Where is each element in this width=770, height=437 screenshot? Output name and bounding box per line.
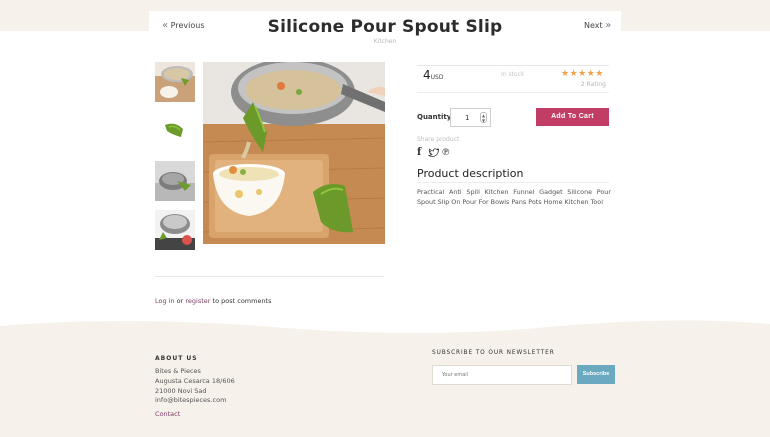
register-link[interactable]: register	[185, 297, 210, 305]
newsletter-email-input[interactable]	[432, 365, 572, 385]
facebook-icon[interactable]: f	[417, 147, 421, 158]
price-value: 4	[423, 68, 431, 82]
thumbnail-2[interactable]	[155, 111, 195, 151]
comments-prompt: Log in or register to post comments	[155, 297, 272, 305]
twitter-icon[interactable]	[427, 147, 441, 161]
price: 4USD	[423, 68, 443, 82]
contact-link[interactable]: Contact	[155, 410, 180, 418]
address-email[interactable]: info@bitespieces.com	[155, 396, 226, 404]
divider	[155, 276, 384, 277]
category-label: Kitchen	[373, 38, 397, 45]
thumbnail-4[interactable]	[155, 210, 195, 250]
rating-stars[interactable]: ★★★★★	[561, 69, 604, 79]
thumbnail-pot-image	[155, 62, 195, 102]
divider	[417, 92, 609, 93]
product-main-image[interactable]	[203, 62, 385, 244]
address-line: 21000 Novi Sad	[155, 387, 207, 395]
footer-wave	[0, 320, 770, 437]
next-label: Next	[584, 21, 603, 30]
comments-suffix: to post comments	[210, 297, 272, 305]
add-to-cart-button[interactable]: Add To Cart	[536, 108, 609, 126]
address-line: Bites & Pieces	[155, 367, 201, 375]
quantity-value[interactable]: 1	[465, 114, 469, 122]
product-description: Practical Anti Spill Kitchen Funnel Gadg…	[417, 188, 611, 206]
divider	[417, 65, 609, 66]
product-photo	[203, 62, 385, 244]
thumbnail-pot-side-image	[155, 210, 195, 250]
newsletter-title: SUBSCRIBE TO OUR NEWSLETTER	[432, 350, 555, 356]
about-title: ABOUT US	[155, 355, 198, 362]
share-label: Share product	[417, 136, 460, 143]
thumbnail-spout-image	[155, 111, 195, 151]
address-line: Augusta Cesarca 18/606	[155, 377, 235, 385]
quantity-spinner-icon[interactable]: ▲ ▼	[480, 112, 487, 123]
thumbnail-1[interactable]	[155, 62, 195, 102]
thumbnail-pouring-image	[155, 161, 195, 201]
previous-label: Previous	[170, 21, 205, 30]
login-link[interactable]: Log in	[155, 297, 175, 305]
description-title: Product description	[417, 167, 524, 180]
quantity-stepper[interactable]: 1 ▲ ▼	[450, 108, 491, 127]
next-link[interactable]: Next »	[584, 20, 611, 31]
page-title: Silicone Pour Spout Slip	[267, 17, 503, 37]
comments-or: or	[174, 297, 186, 305]
stock-status: In stock	[501, 71, 525, 78]
subscribe-button[interactable]: Subscribe	[577, 365, 615, 384]
rating-count[interactable]: 2 Rating	[570, 81, 606, 88]
previous-link[interactable]: « Previous	[162, 20, 204, 31]
chevron-double-left-icon: «	[162, 20, 169, 31]
chevron-double-right-icon: »	[605, 20, 612, 31]
divider	[417, 182, 609, 183]
footer	[0, 312, 770, 437]
thumbnail-3[interactable]	[155, 161, 195, 201]
pinterest-icon[interactable]: ℗	[442, 147, 449, 158]
price-currency: USD	[430, 74, 444, 81]
quantity-label: Quantity	[417, 113, 452, 121]
